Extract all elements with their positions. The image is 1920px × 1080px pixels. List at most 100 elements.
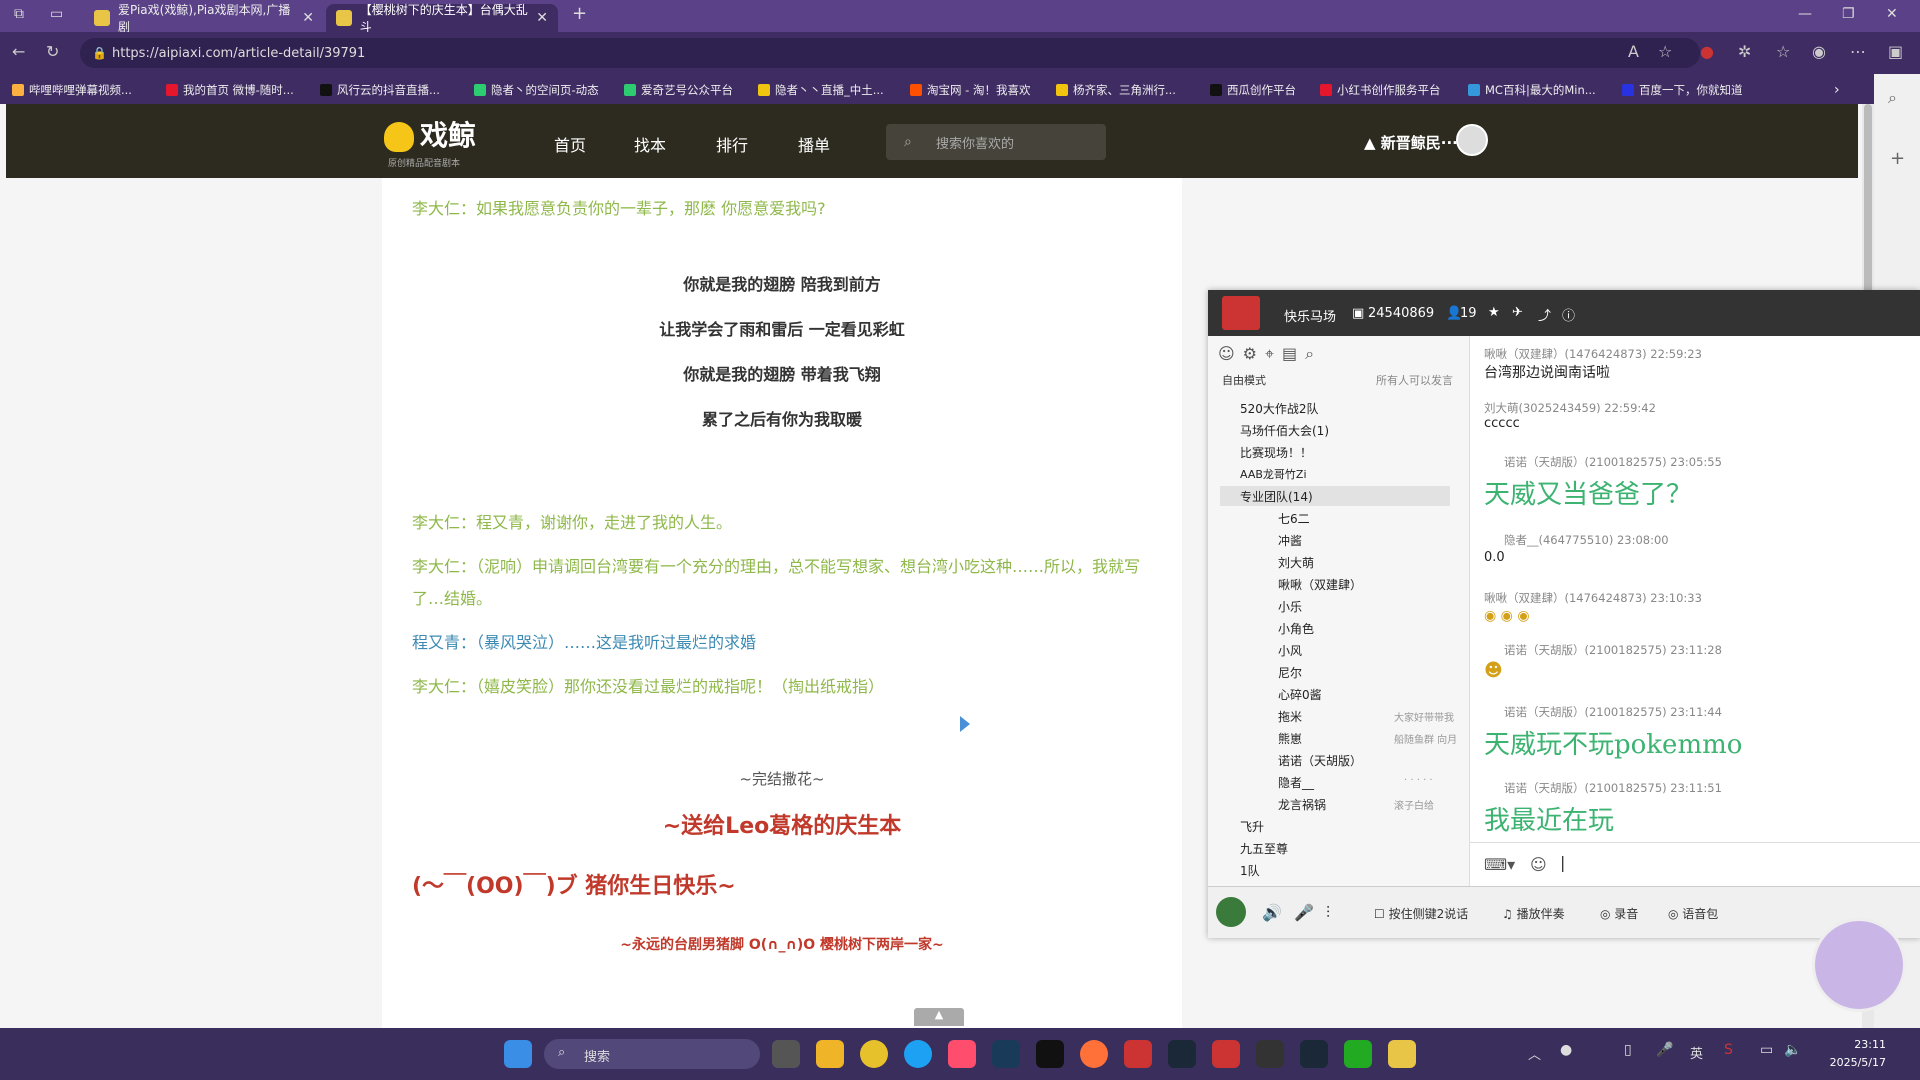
avatar[interactable] xyxy=(1216,897,1246,927)
app-icon[interactable] xyxy=(1212,1040,1240,1068)
tab-actions-icon[interactable]: ▭ xyxy=(50,6,63,22)
tab-article[interactable]: 【樱桃树下的庆生本】台偶大乱斗 ✕ xyxy=(326,3,558,34)
input-language[interactable]: 英 xyxy=(1690,1043,1703,1062)
close-window-icon[interactable]: ✕ xyxy=(1886,6,1898,22)
taskbar-search[interactable]: ⌕ 搜索 xyxy=(544,1039,760,1069)
push-to-talk-toggle[interactable]: ☐ 按住侧键2说话 xyxy=(1374,905,1468,922)
channel-item[interactable]: 九五至尊 xyxy=(1240,840,1288,857)
bookmark-item[interactable]: 哔哩哔哩弹幕视频... xyxy=(12,82,132,98)
new-tab-icon[interactable]: + xyxy=(572,3,587,24)
member-item[interactable]: 龙言祸锅 xyxy=(1278,796,1326,813)
volume-icon[interactable]: 🔈 xyxy=(1784,1042,1801,1058)
bookmark-item[interactable]: 杨齐家、三角洲行... xyxy=(1056,82,1176,98)
app-icon[interactable] xyxy=(860,1040,888,1068)
member-item[interactable]: 小风 xyxy=(1278,642,1302,659)
task-view-icon[interactable] xyxy=(772,1040,800,1068)
channel-item[interactable]: 1队 xyxy=(1240,862,1260,879)
member-item[interactable]: 冲酱 xyxy=(1278,532,1302,549)
firefox-icon[interactable] xyxy=(1080,1040,1108,1068)
bookmark-item[interactable]: 西瓜创作平台 xyxy=(1210,82,1296,98)
bookmark-item[interactable]: 隐者丶的空间页-动态 xyxy=(474,82,599,98)
steam-icon[interactable] xyxy=(1168,1040,1196,1068)
member-item[interactable]: 小乐 xyxy=(1278,598,1302,615)
scroll-top-button[interactable]: ▲ xyxy=(914,1008,964,1026)
bookmark-item[interactable]: 百度一下，你就知道 xyxy=(1622,82,1743,98)
microphone-icon[interactable]: 🎤 xyxy=(1656,1042,1673,1058)
member-item[interactable]: 隐者__ xyxy=(1278,774,1314,791)
read-aloud-icon[interactable]: A xyxy=(1628,42,1639,61)
speaker-icon[interactable]: 🔊 xyxy=(1262,903,1282,922)
channel-item[interactable]: AAB龙哥竹Zi xyxy=(1240,466,1307,482)
chevron-up-icon[interactable]: ︿ xyxy=(1528,1044,1541,1063)
url-field[interactable]: 🔒 https://aipiaxi.com/article-detail/397… xyxy=(80,38,1700,68)
share-icon[interactable]: ⤴ xyxy=(1538,305,1551,324)
member-item[interactable]: 熊崽 xyxy=(1278,730,1302,747)
ime-icon[interactable]: S xyxy=(1724,1042,1733,1058)
chevron-right-icon[interactable]: › xyxy=(1834,82,1840,98)
record-button[interactable]: ◎ 录音 xyxy=(1600,905,1638,922)
battery-icon[interactable]: ▯ xyxy=(1624,1042,1632,1058)
app-icon[interactable] xyxy=(948,1040,976,1068)
edge-icon[interactable] xyxy=(904,1040,932,1068)
channel-item[interactable]: 520大作战2队 xyxy=(1240,400,1319,417)
nav-ranking[interactable]: 排行 xyxy=(716,132,748,156)
profile-icon[interactable]: ◉ xyxy=(1812,42,1826,61)
member-item[interactable]: 拖米 xyxy=(1278,708,1302,725)
channel-item[interactable]: 比赛现场！！ xyxy=(1240,444,1312,461)
tab-aipiaxi-home[interactable]: 爱Pia戏(戏鲸),Pia戏剧本网,广播剧 ✕ xyxy=(84,3,324,34)
bookmark-item[interactable]: 风行云的抖音直播... xyxy=(320,82,440,98)
channel-item[interactable]: 马场仟佰大会(1) xyxy=(1240,422,1329,439)
piaxi-app-icon[interactable] xyxy=(1388,1040,1416,1068)
collections-icon[interactable]: ☆ xyxy=(1776,42,1790,61)
nav-find-script[interactable]: 找本 xyxy=(634,132,666,156)
member-item[interactable]: 小角色 xyxy=(1278,620,1314,637)
member-item[interactable]: 尼尔 xyxy=(1278,664,1302,681)
mixer-icon[interactable]: ⫶ xyxy=(1326,903,1330,923)
refresh-icon[interactable]: ↻ xyxy=(46,42,59,61)
tray-app-icon[interactable]: ● xyxy=(1560,1042,1572,1058)
bookmark-item[interactable]: 隐者丶丶直播_中土... xyxy=(758,82,884,98)
member-item[interactable]: 啾啾（双建肆） xyxy=(1278,576,1362,593)
accompaniment-button[interactable]: ♫ 播放伴奏 xyxy=(1502,905,1565,922)
bookmark-item[interactable]: 淘宝网 - 淘！我喜欢 xyxy=(910,82,1030,98)
clock-time[interactable]: 23:11 xyxy=(1830,1038,1886,1051)
bookmark-item[interactable]: 爱奇艺号公众平台 xyxy=(624,82,733,98)
site-logo[interactable]: 戏鲸 原创精品配音剧本 xyxy=(384,114,476,169)
member-item[interactable]: 七6二 xyxy=(1278,510,1310,527)
member-item[interactable]: 刘大萌 xyxy=(1278,554,1314,571)
member-item[interactable]: 心碎0酱 xyxy=(1278,686,1322,703)
clock-date[interactable]: 2025/5/17 xyxy=(1820,1056,1886,1069)
workspaces-icon[interactable]: ⧉ xyxy=(14,6,24,22)
avatar[interactable] xyxy=(1456,124,1488,156)
network-icon[interactable]: ▭ xyxy=(1760,1042,1773,1058)
app-icon[interactable] xyxy=(992,1040,1020,1068)
member-item[interactable]: 诺诺（天胡版） xyxy=(1278,752,1362,769)
bookmark-item[interactable]: MC百科|最大的Min... xyxy=(1468,82,1596,98)
channel-item[interactable]: 飞升 xyxy=(1240,818,1264,835)
gamepad-icon[interactable]: ⌨▾ xyxy=(1484,855,1515,874)
extensions-puzzle-icon[interactable]: ✲ xyxy=(1738,42,1751,61)
add-icon[interactable]: + xyxy=(1890,148,1905,169)
more-menu-icon[interactable]: ⋯ xyxy=(1850,42,1866,61)
info-icon[interactable]: ⓘ xyxy=(1562,305,1575,324)
start-icon[interactable] xyxy=(504,1040,532,1068)
toolbar-icons[interactable]: ☺⚙⌖▤⌕ xyxy=(1218,344,1322,364)
bookmark-item[interactable]: 我的首页 微博-随时... xyxy=(166,82,294,98)
search-icon[interactable]: ⌕ xyxy=(1888,88,1897,108)
user-menu[interactable]: ▲ 新晋鲸民··· xyxy=(1364,132,1458,153)
fly-icon[interactable]: ✈ xyxy=(1512,305,1523,320)
favorite-star-icon[interactable]: ★ xyxy=(1488,305,1500,320)
channel-pro-team[interactable]: 专业团队(14) xyxy=(1240,488,1313,505)
minimize-icon[interactable]: — xyxy=(1798,6,1812,22)
app-icon[interactable] xyxy=(1344,1040,1372,1068)
microphone-icon[interactable]: 🎤 xyxy=(1294,903,1314,922)
sidebar-toggle-icon[interactable]: ▣ xyxy=(1888,42,1903,61)
back-icon[interactable]: ← xyxy=(12,42,25,61)
extension-icon[interactable]: ● xyxy=(1700,42,1714,61)
steam-icon[interactable] xyxy=(1300,1040,1328,1068)
close-tab-icon[interactable]: ✕ xyxy=(536,10,548,26)
nav-playlist[interactable]: 播单 xyxy=(798,132,830,156)
bookmark-item[interactable]: 小红书创作服务平台 xyxy=(1320,82,1441,98)
app-icon[interactable] xyxy=(1256,1040,1284,1068)
maximize-icon[interactable]: ❐ xyxy=(1842,6,1855,22)
